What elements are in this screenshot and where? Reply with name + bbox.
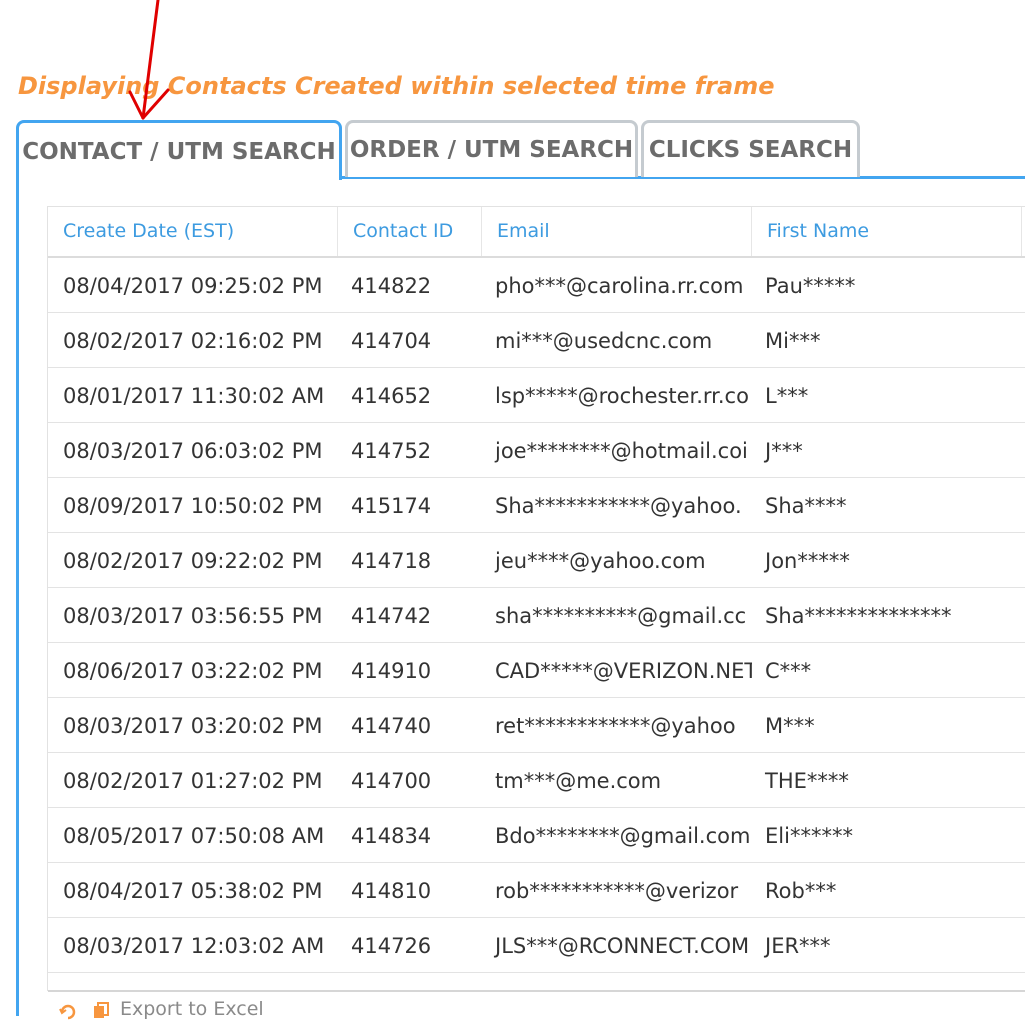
cell-first-name: Eli****** <box>765 824 853 848</box>
cell-contact-id: 414742 <box>351 604 432 628</box>
cell-create-date: 08/02/2017 01:27:02 PM <box>63 769 323 793</box>
contacts-table: Create Date (EST) Contact ID Email First… <box>47 206 1025 991</box>
cell-first-name: Mi*** <box>765 329 821 353</box>
cell-create-date: 08/02/2017 02:16:02 PM <box>63 329 323 353</box>
tab-clicks-search[interactable]: CLICKS SEARCH <box>641 120 860 177</box>
table-row[interactable]: 08/02/2017 01:27:02 PM 414700 tm***@me.com… <box>48 753 1025 808</box>
cell-create-date: 08/06/2017 03:22:02 PM <box>63 659 323 683</box>
table-row[interactable]: 08/01/2017 11:30:02 AM 414652 lsp*****@roc… <box>48 368 1025 423</box>
cell-first-name: Jon***** <box>765 549 850 573</box>
grid-footer: Export to Excel <box>48 990 1025 1022</box>
refresh-icon[interactable] <box>59 1004 76 1020</box>
cell-email: tm***@me.com <box>495 769 662 793</box>
table-row[interactable]: 08/06/2017 03:22:02 PM 414910 CAD*****@VER… <box>48 643 1025 698</box>
cell-create-date: 08/04/2017 09:25:02 PM <box>63 274 323 298</box>
table-row[interactable]: 08/05/2017 07:50:08 AM 414834 Bdo********@… <box>48 808 1025 863</box>
cell-email: sha**********@gmail.cc <box>495 604 747 628</box>
cell-create-date: 08/09/2017 10:50:02 PM <box>63 494 323 518</box>
cell-email: rob***********@verizor <box>495 879 739 903</box>
column-header-create-date[interactable]: Create Date (EST) <box>48 207 338 256</box>
cell-email: jeu****@yahoo.com <box>495 549 706 573</box>
table-row[interactable]: 08/04/2017 09:25:02 PM 414822 pho***@carol… <box>48 258 1025 313</box>
cell-first-name: Sha************** <box>765 604 952 628</box>
column-header-contact-id[interactable]: Contact ID <box>338 207 482 256</box>
cell-first-name: THE**** <box>765 769 849 793</box>
table-row[interactable]: 08/09/2017 10:50:02 PM 415174 Sha*********… <box>48 478 1025 533</box>
cell-first-name: Pau***** <box>765 274 856 298</box>
cell-create-date: 08/05/2017 07:50:08 AM <box>63 824 325 848</box>
export-to-excel-link[interactable]: Export to Excel <box>120 998 264 1020</box>
table-row[interactable]: 08/03/2017 06:03:02 PM 414752 joe********@… <box>48 423 1025 478</box>
table-row[interactable]: 08/02/2017 09:22:02 PM 414718 jeu****@yaho… <box>48 533 1025 588</box>
cell-email: JLS***@RCONNECT.COM <box>495 934 750 958</box>
cell-first-name: J*** <box>765 439 803 463</box>
cell-contact-id: 414834 <box>351 824 432 848</box>
cell-contact-id: 414704 <box>351 329 432 353</box>
table-row[interactable]: 08/02/2017 02:16:02 PM 414704 mi***@usedcn… <box>48 313 1025 368</box>
cell-create-date: 08/03/2017 03:56:55 PM <box>63 604 323 628</box>
cell-email: Sha***********@yahoo. <box>495 494 742 518</box>
column-header-first-name[interactable]: First Name <box>752 207 1022 256</box>
cell-contact-id: 414740 <box>351 714 432 738</box>
cell-first-name: Sha**** <box>765 494 847 518</box>
cell-first-name: JER*** <box>765 934 831 958</box>
tab-contact-utm-search[interactable]: CONTACT / UTM SEARCH <box>16 120 342 180</box>
cell-contact-id: 414718 <box>351 549 432 573</box>
table-body: 08/04/2017 09:25:02 PM 414822 pho***@carol… <box>48 258 1025 973</box>
red-arrow-annotation <box>128 0 170 120</box>
cell-contact-id: 414700 <box>351 769 432 793</box>
cell-email: mi***@usedcnc.com <box>495 329 713 353</box>
cell-first-name: Rob*** <box>765 879 837 903</box>
cell-create-date: 08/01/2017 11:30:02 AM <box>63 384 325 408</box>
cell-email: CAD*****@VERIZON.NET <box>495 659 752 683</box>
cell-first-name: L*** <box>765 384 809 408</box>
cell-contact-id: 415174 <box>351 494 432 518</box>
cell-create-date: 08/02/2017 09:22:02 PM <box>63 549 323 573</box>
table-row[interactable]: 08/04/2017 05:38:02 PM 414810 rob*********… <box>48 863 1025 918</box>
cell-create-date: 08/04/2017 05:38:02 PM <box>63 879 323 903</box>
cell-contact-id: 414910 <box>351 659 432 683</box>
table-header: Create Date (EST) Contact ID Email First… <box>48 207 1025 258</box>
cell-contact-id: 414822 <box>351 274 432 298</box>
table-row[interactable]: 08/03/2017 12:03:02 AM 414726 JLS***@RCONN… <box>48 918 1025 973</box>
cell-email: Bdo********@gmail.com <box>495 824 751 848</box>
cell-email: ret************@yahoo <box>495 714 736 738</box>
cell-email: lsp*****@rochester.rr.co <box>495 384 749 408</box>
table-row[interactable]: 08/03/2017 03:56:55 PM 414742 sha*********… <box>48 588 1025 643</box>
cell-create-date: 08/03/2017 03:20:02 PM <box>63 714 323 738</box>
cell-contact-id: 414810 <box>351 879 432 903</box>
cell-first-name: C*** <box>765 659 812 683</box>
cell-contact-id: 414726 <box>351 934 432 958</box>
table-row[interactable]: 08/03/2017 03:20:02 PM 414740 ret*********… <box>48 698 1025 753</box>
cell-create-date: 08/03/2017 06:03:02 PM <box>63 439 323 463</box>
cell-create-date: 08/03/2017 12:03:02 AM <box>63 934 325 958</box>
cell-contact-id: 414652 <box>351 384 432 408</box>
excel-icon[interactable] <box>94 1002 109 1018</box>
cell-email: pho***@carolina.rr.com <box>495 274 744 298</box>
cell-first-name: M*** <box>765 714 815 738</box>
column-header-email[interactable]: Email <box>482 207 752 256</box>
cell-email: joe********@hotmail.coi <box>495 439 748 463</box>
tab-order-utm-search[interactable]: ORDER / UTM SEARCH <box>345 120 638 177</box>
footer-icons <box>59 1002 109 1020</box>
cell-contact-id: 414752 <box>351 439 432 463</box>
